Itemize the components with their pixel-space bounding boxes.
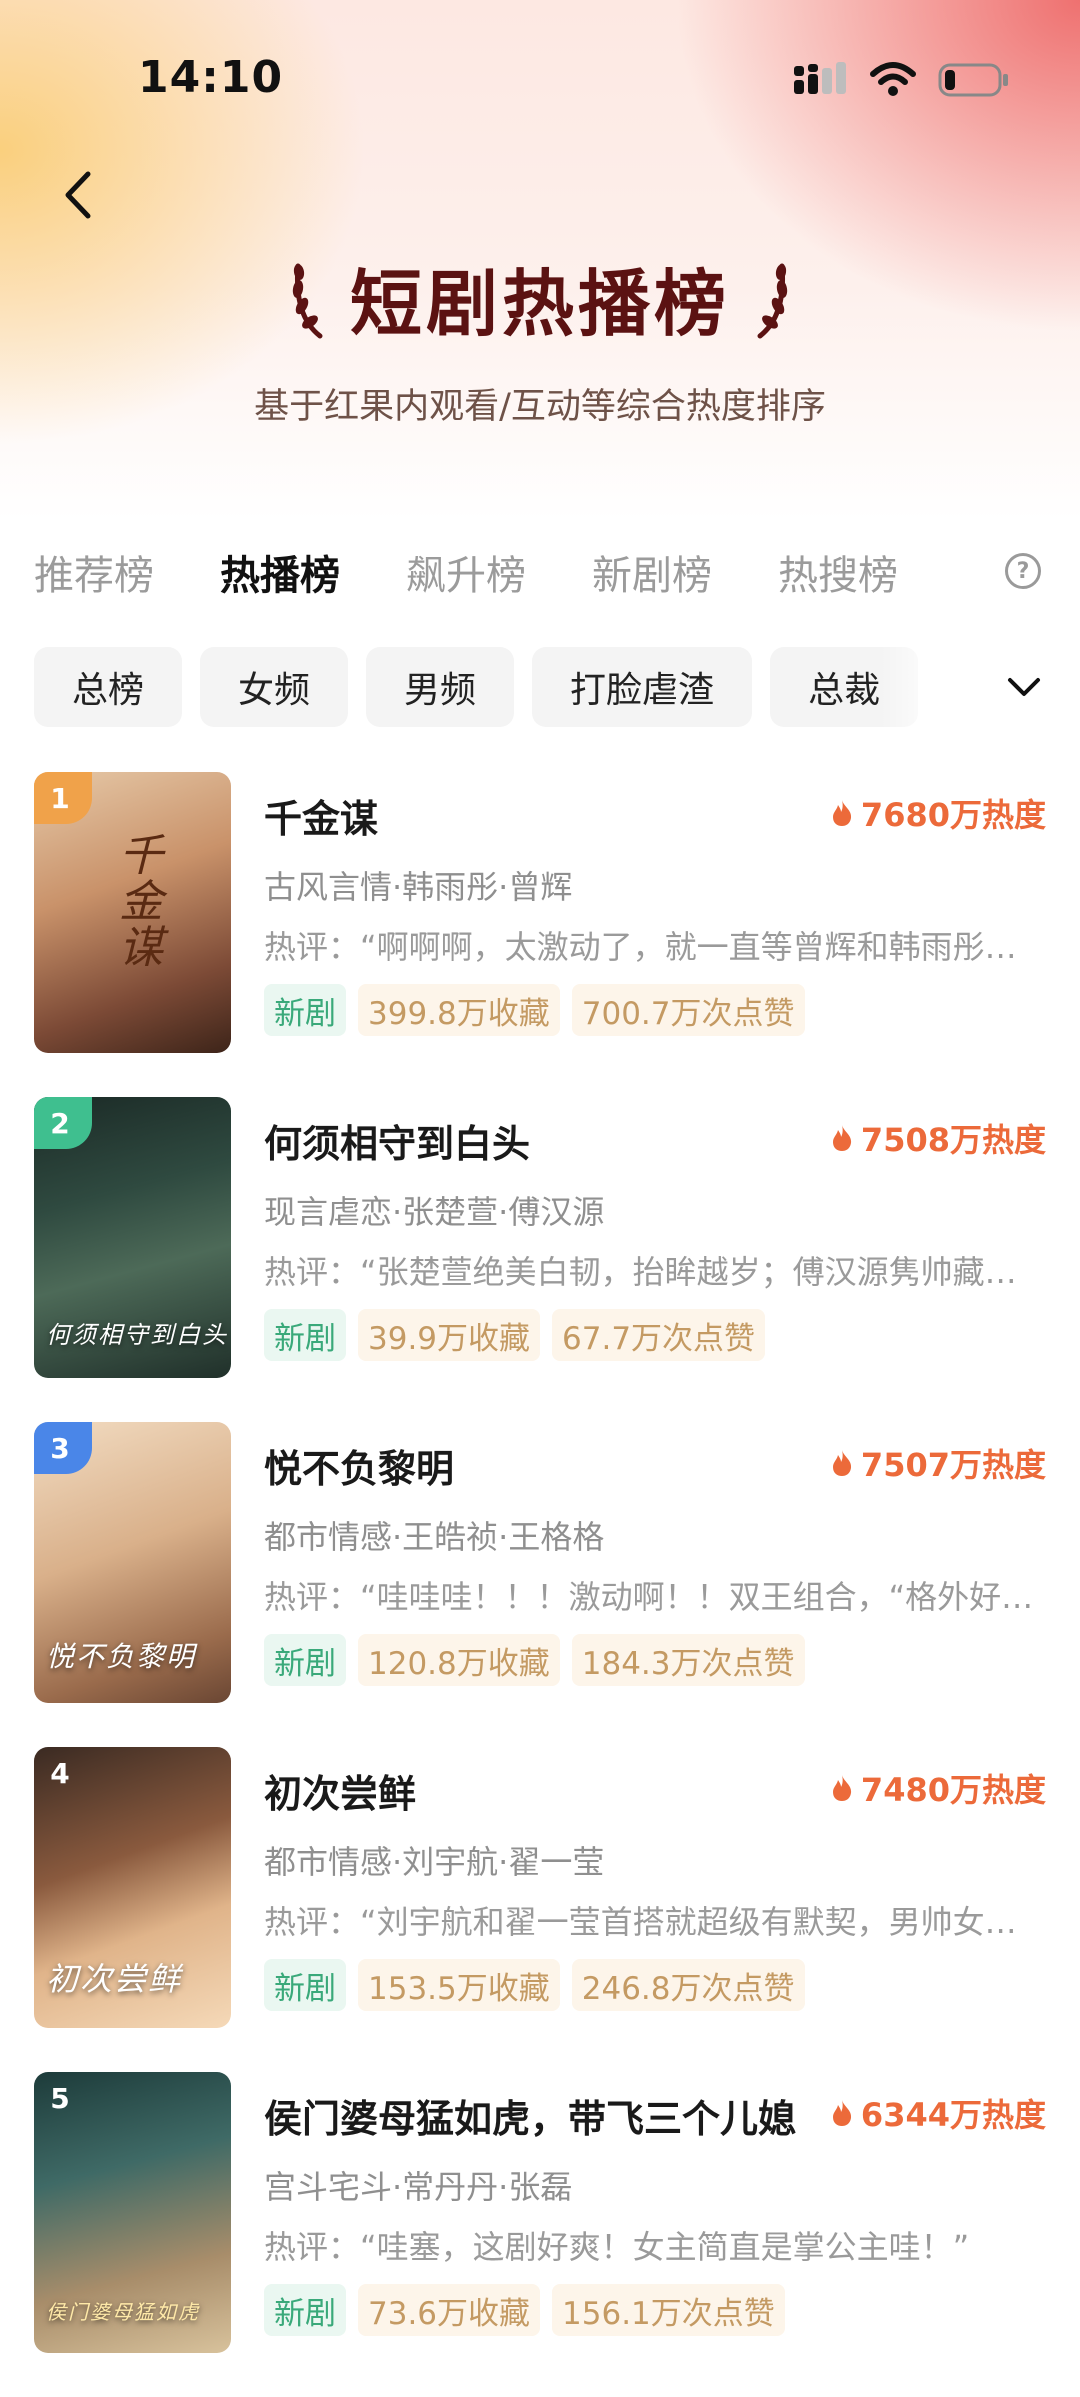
- poster-title: 悦不负黎明: [46, 1640, 197, 1673]
- rank-badge: 4: [50, 1756, 70, 1790]
- chip-all[interactable]: 总榜: [34, 647, 183, 727]
- heat-text: 6344万热度: [860, 2096, 1046, 2134]
- flame-icon: [832, 1125, 852, 1151]
- drama-title[interactable]: 初次尝鲜: [264, 1763, 416, 1818]
- likes-badge: 700.7万次点赞: [571, 984, 805, 1036]
- poster-image[interactable]: 1 千金谋: [34, 772, 231, 1053]
- page-title: 短剧热播榜: [349, 262, 730, 346]
- tab-recommend[interactable]: 推荐榜: [34, 543, 154, 601]
- heat-value: 7508万热度: [831, 1115, 1046, 1161]
- hot-review: 热评：“哇哇哇！！！激动啊！！双王组合，“格外好看”！”: [264, 1578, 1046, 1616]
- hot-review: 热评：“哇塞，这剧好爽！女主简直是掌公主哇！”: [264, 2228, 970, 2266]
- list-item[interactable]: 5 侯门婆母猛如虎 侯门婆母猛如虎，带飞三个儿媳 6344万热度 宫斗宅斗·常丹…: [0, 2072, 1080, 2397]
- genre-cast: 现言虐恋·张楚萱·傅汉源: [264, 1193, 605, 1231]
- badge-row: 新剧 399.8万收藏 700.7万次点赞: [264, 984, 805, 1036]
- genre-cast: 都市情感·王皓祯·王格格: [264, 1518, 605, 1556]
- poster-image[interactable]: 3 悦不负黎明: [34, 1422, 231, 1703]
- flame-icon: [832, 800, 852, 826]
- cellular-signal-icon: [794, 62, 846, 94]
- new-badge: 新剧: [264, 984, 346, 1036]
- hot-review: 热评：“刘宇航和翟一莹首搭就超级有默契，男帅女美好嗑死了”: [264, 1903, 1046, 1941]
- poster-title: 何须相守到白头: [46, 1321, 228, 1349]
- new-badge: 新剧: [264, 2284, 346, 2336]
- likes-badge: 67.7万次点赞: [552, 1309, 766, 1361]
- genre-cast: 宫斗宅斗·常丹丹·张磊: [264, 2168, 573, 2206]
- heat-value: 7507万热度: [831, 1440, 1046, 1486]
- chevron-left-icon: [65, 171, 91, 219]
- heat-value: 7680万热度: [831, 790, 1046, 836]
- tab-new[interactable]: 新剧榜: [592, 543, 712, 601]
- hot-review: 热评：“张楚萱绝美白韧，抬眸越岁；傅汉源隽帅藏锋，少年意气”: [264, 1253, 1046, 1291]
- tab-rising[interactable]: 飙升榜: [406, 543, 526, 601]
- badge-row: 新剧 153.5万收藏 246.8万次点赞: [264, 1959, 805, 2011]
- drama-title[interactable]: 侯门婆母猛如虎，带飞三个儿媳: [264, 2088, 796, 2143]
- rank-badge: 2: [34, 1097, 92, 1149]
- chevron-down-icon: [1008, 678, 1040, 696]
- flame-icon: [832, 1775, 852, 1801]
- ranking-tabs: 推荐榜 热播榜 飙升榜 新剧榜 热搜榜: [34, 542, 1024, 602]
- wifi-icon: [870, 62, 916, 96]
- new-badge: 新剧: [264, 1959, 346, 2011]
- drama-title[interactable]: 何须相守到白头: [264, 1113, 530, 1168]
- page-subtitle: 基于红果内观看/互动等综合热度排序: [254, 387, 826, 427]
- battery-icon: [938, 63, 1008, 97]
- tab-search[interactable]: 热搜榜: [778, 543, 898, 601]
- drama-title[interactable]: 千金谋: [264, 788, 378, 843]
- favorites-badge: 399.8万收藏: [358, 984, 560, 1036]
- genre-cast: 都市情感·刘宇航·翟一莹: [264, 1843, 605, 1881]
- hot-review: 热评：“啊啊啊，太激动了，就一直等曾辉和韩雨彤合作的新剧了！”: [264, 928, 1046, 966]
- rank-badge: 1: [34, 772, 92, 824]
- poster-title: 初次尝鲜: [46, 1960, 183, 1998]
- favorites-badge: 73.6万收藏: [358, 2284, 541, 2336]
- poster-title: 千金谋: [111, 832, 162, 970]
- badge-row: 新剧 73.6万收藏 156.1万次点赞: [264, 2284, 785, 2336]
- favorites-badge: 39.9万收藏: [358, 1309, 541, 1361]
- new-badge: 新剧: [264, 1634, 346, 1686]
- laurel-left-icon: [292, 263, 323, 338]
- heat-value: 6344万热度: [831, 2090, 1046, 2136]
- new-badge: 新剧: [264, 1309, 346, 1361]
- badge-row: 新剧 39.9万收藏 67.7万次点赞: [264, 1309, 766, 1361]
- badge-row: 新剧 120.8万收藏 184.3万次点赞: [264, 1634, 805, 1686]
- heat-text: 7508万热度: [860, 1121, 1046, 1159]
- expand-categories-button[interactable]: [1000, 665, 1048, 709]
- list-item[interactable]: 2 何须相守到白头 何须相守到白头 7508万热度 现言虐恋·张楚萱·傅汉源 热…: [0, 1097, 1080, 1422]
- favorites-badge: 153.5万收藏: [358, 1959, 560, 2011]
- status-icons: [794, 58, 1010, 102]
- chip-male[interactable]: 男频: [366, 647, 515, 727]
- status-time: 14:10: [138, 52, 284, 103]
- tabs-fade: [900, 535, 990, 605]
- flame-icon: [832, 1450, 852, 1476]
- ranking-list: 1 千金谋 千金谋 7680万热度 古风言情·韩雨彤·曾辉 热评：“啊啊啊，太激…: [0, 772, 1080, 2397]
- tab-hot[interactable]: 热播榜: [220, 543, 340, 601]
- favorites-badge: 120.8万收藏: [358, 1634, 560, 1686]
- list-item[interactable]: 4 初次尝鲜 初次尝鲜 7480万热度 都市情感·刘宇航·翟一莹 热评：“刘宇航…: [0, 1747, 1080, 2072]
- poster-title: 侯门婆母猛如虎: [46, 2300, 200, 2324]
- title-row: 短剧热播榜: [0, 245, 1080, 350]
- heat-text: 7680万热度: [860, 796, 1046, 834]
- chip-female[interactable]: 女频: [200, 647, 349, 727]
- back-button[interactable]: [48, 160, 108, 230]
- chip-revenge[interactable]: 打脸虐渣: [532, 647, 753, 727]
- rank-badge: 5: [50, 2081, 70, 2115]
- flame-icon: [832, 2100, 852, 2126]
- likes-badge: 184.3万次点赞: [571, 1634, 805, 1686]
- list-item[interactable]: 1 千金谋 千金谋 7680万热度 古风言情·韩雨彤·曾辉 热评：“啊啊啊，太激…: [0, 772, 1080, 1097]
- chips-fade: [880, 640, 960, 735]
- heat-text: 7480万热度: [860, 1771, 1046, 1809]
- category-chips: 总榜 女频 男频 打脸虐渣 总裁: [34, 647, 939, 727]
- list-item[interactable]: 3 悦不负黎明 悦不负黎明 7507万热度 都市情感·王皓祯·王格格 热评：“哇…: [0, 1422, 1080, 1747]
- poster-image[interactable]: 4 初次尝鲜: [34, 1747, 231, 2028]
- laurel-right-icon: [757, 263, 788, 338]
- drama-title[interactable]: 悦不负黎明: [264, 1438, 454, 1493]
- likes-badge: 246.8万次点赞: [571, 1959, 805, 2011]
- genre-cast: 古风言情·韩雨彤·曾辉: [264, 868, 573, 906]
- poster-image[interactable]: 5 侯门婆母猛如虎: [34, 2072, 231, 2353]
- rank-badge: 3: [34, 1422, 92, 1474]
- poster-image[interactable]: 2 何须相守到白头: [34, 1097, 231, 1378]
- heat-text: 7507万热度: [860, 1446, 1046, 1484]
- likes-badge: 156.1万次点赞: [552, 2284, 785, 2336]
- help-icon[interactable]: ?: [1005, 553, 1041, 589]
- heat-value: 7480万热度: [831, 1765, 1046, 1811]
